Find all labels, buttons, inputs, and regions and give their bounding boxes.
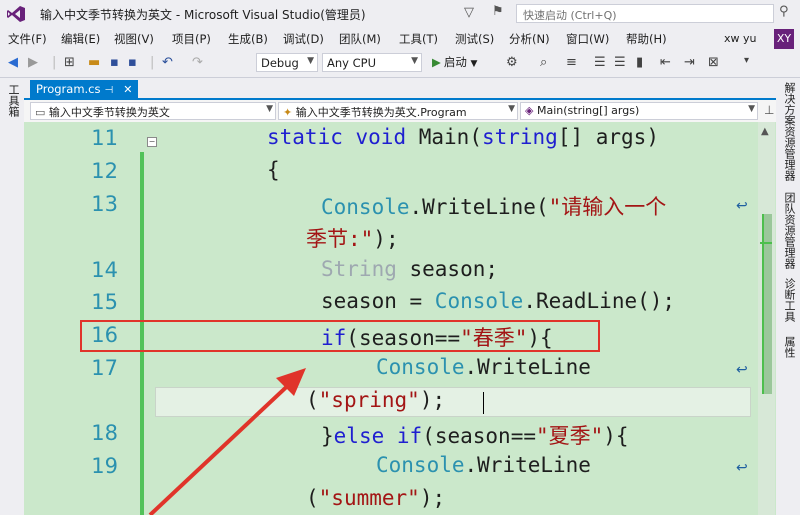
annotation-arrow-icon [148,368,306,515]
